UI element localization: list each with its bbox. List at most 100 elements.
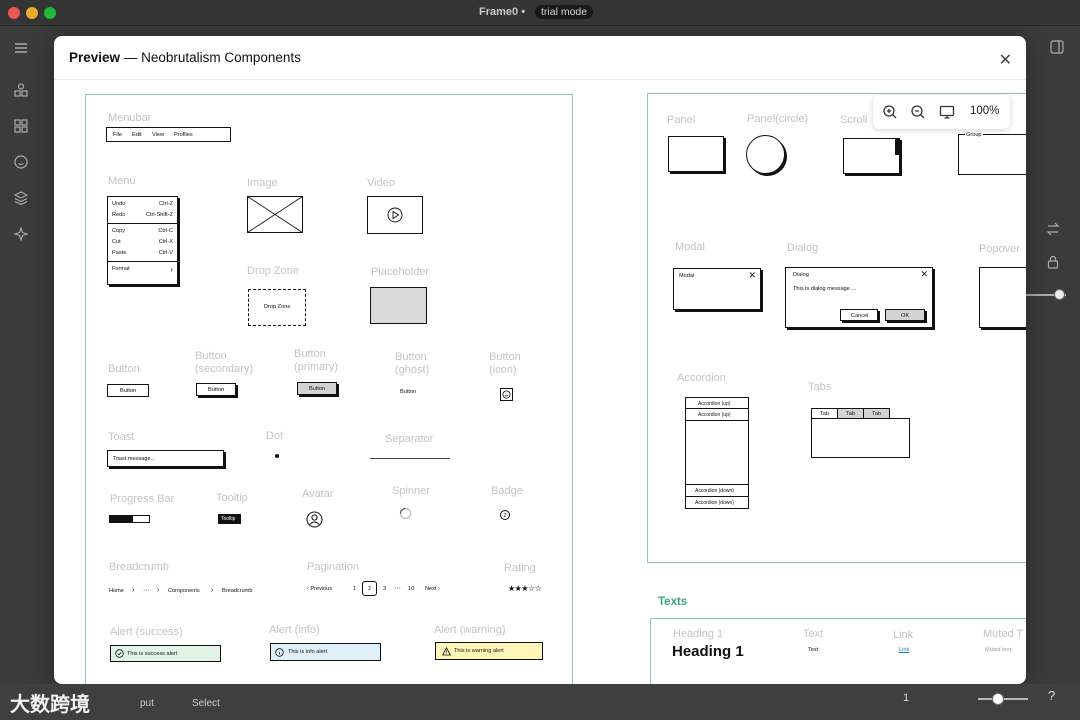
menu-item-format[interactable]: Format (112, 266, 130, 272)
menubar-item-file[interactable]: File (113, 132, 122, 138)
pagination-page-3[interactable]: 3 (383, 586, 386, 592)
secondary-button[interactable]: Button (196, 383, 236, 396)
accordion-item-text: Accordion (down) (695, 488, 734, 494)
breadcrumb-item-components[interactable]: Components (168, 588, 200, 594)
dialog-ok-button[interactable]: OK (885, 309, 925, 321)
pagination-page-1[interactable]: 1 (353, 586, 356, 592)
muted-sample: Muted text (985, 647, 1012, 653)
fit-screen-icon[interactable] (939, 104, 955, 120)
menu-item-paste[interactable]: Paste (112, 250, 126, 256)
pagination-page-10[interactable]: 10 (408, 586, 414, 592)
tab-text: Tab (820, 411, 830, 417)
page-number[interactable]: 1 (903, 692, 909, 704)
modal-title-dash: — (123, 50, 138, 65)
popover (979, 267, 1026, 328)
accordion-item[interactable]: Accordion (down) (686, 496, 748, 508)
menu-label: Menu (108, 175, 136, 187)
components-frame: Menubar File Edit View Profiles Menu Und… (85, 94, 573, 684)
menu-shortcut-redo: Ctrl-Shift-Z (145, 212, 173, 218)
select-tab[interactable]: Select (192, 698, 220, 709)
accordion-item-text: Accordion (up) (698, 412, 731, 418)
menu-divider (108, 261, 177, 262)
toast-label: Toast (108, 431, 135, 443)
close-icon[interactable]: ✕ (748, 270, 756, 281)
pagination-ellipsis: ··· (394, 585, 401, 592)
help-icon[interactable]: ? (1048, 688, 1055, 703)
button-primary-label: Button (primary) (294, 348, 338, 373)
close-icon[interactable]: ✕ (920, 269, 928, 280)
tab-text: Tab (846, 411, 856, 417)
menu-item-undo[interactable]: Undo (112, 201, 125, 207)
menubar-item-profiles[interactable]: Profiles (174, 132, 193, 138)
tab-text: Tab (872, 411, 882, 417)
close-icon[interactable]: ✕ (999, 50, 1012, 70)
accordion-item[interactable]: Accordion (up) (686, 398, 748, 409)
watermark-logo: 大数跨境 (10, 694, 90, 716)
pagination-next[interactable]: Next › (425, 586, 440, 592)
accordion-item[interactable]: Accordion (down) (686, 484, 748, 496)
progress-label: Progress Bar (110, 493, 175, 505)
menu-divider (108, 223, 177, 224)
pagination-page-2[interactable]: 2 (368, 586, 371, 592)
warning-alert: This is warning alert (435, 642, 543, 660)
breadcrumb-item-current: Breadcrumb (222, 588, 253, 594)
separator (370, 458, 450, 459)
menu-item-cut[interactable]: Cut (112, 239, 121, 245)
spinner-label: Spinner (392, 485, 430, 497)
modal-component: Modal ✕ (673, 268, 761, 310)
pagination-previous[interactable]: ‹ Previous (307, 586, 332, 592)
separator-label: Separator (385, 433, 434, 445)
tooltip-text: Tooltip (221, 516, 236, 522)
dialog-cancel-button[interactable]: Cancel (840, 309, 878, 321)
ghost-button[interactable]: Button (400, 389, 416, 395)
video-play-icon[interactable] (367, 196, 423, 234)
modal-title-preview: Preview (69, 50, 121, 65)
menubar-item-edit[interactable]: Edit (132, 132, 142, 138)
progress-bar (109, 515, 150, 523)
menubar-item-view[interactable]: View (152, 132, 164, 138)
modal-title: Preview — Neobrutalism Components (69, 50, 301, 65)
success-alert-text: This is success alert (127, 651, 178, 657)
zoom-out-icon[interactable] (910, 104, 926, 120)
primary-button[interactable]: Button (297, 382, 337, 395)
button-icon-label: Button (icon) (489, 351, 521, 376)
preview-canvas[interactable]: Menubar File Edit View Profiles Menu Und… (54, 80, 1026, 684)
breadcrumb: Home › ··· › Components › Breadcrumb (109, 587, 279, 597)
menubar: File Edit View Profiles (106, 127, 231, 142)
menu-item-copy[interactable]: Copy (112, 228, 125, 234)
tooltip-label: Tooltip (216, 492, 248, 504)
dot (275, 454, 279, 458)
bottom-bar: put Select 1 ? (0, 684, 1080, 720)
dialog-title: Dialog (793, 272, 809, 278)
menu-item-redo[interactable]: Redo (112, 212, 125, 218)
accordion-item[interactable]: Accordion (up) (686, 409, 748, 421)
smiley-icon[interactable] (500, 388, 513, 401)
placeholder-box (370, 287, 427, 324)
panel-circle (746, 135, 785, 174)
zoom-level[interactable]: 100% (970, 105, 999, 117)
link-sample[interactable]: Link (899, 647, 909, 653)
panel-label: Panel (667, 114, 696, 126)
zoom-in-icon[interactable] (882, 104, 898, 120)
info-alert-text: This is info alert (288, 649, 328, 655)
breadcrumb-item-home[interactable]: Home (109, 588, 124, 594)
breadcrumb-ellipsis[interactable]: ··· (143, 587, 150, 594)
texts-frame: Heading 1 Heading 1 Text Text Link Link … (650, 618, 1026, 684)
button-label: Button (108, 363, 140, 375)
info-alert: This is info alert (270, 643, 381, 661)
zoom-slider-handle[interactable] (992, 693, 1004, 705)
popover-label: Popover (979, 243, 1020, 255)
alert-warning-label: Alert (warning) (434, 624, 506, 636)
group-text: Group (965, 132, 983, 138)
scroll-thumb[interactable] (895, 139, 899, 155)
texts-section-label: Texts (658, 596, 688, 608)
button[interactable]: Button (107, 384, 149, 397)
rating-stars[interactable]: ★★★☆☆ (508, 584, 542, 593)
tab-panel (811, 418, 910, 458)
output-tab[interactable]: put (140, 698, 154, 709)
scroll-panel[interactable] (843, 138, 900, 174)
drop-zone[interactable]: Drop Zone (248, 289, 306, 326)
group-box: Group (958, 132, 1026, 175)
drop-zone-text: Drop Zone (264, 304, 291, 310)
breadcrumb-separator: › (211, 587, 214, 594)
